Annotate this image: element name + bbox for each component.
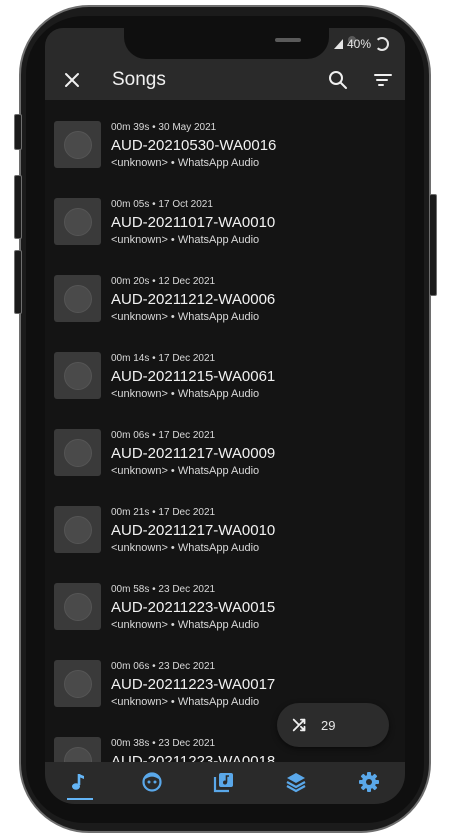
phone-volume-up-button	[14, 175, 22, 239]
disc-icon	[63, 130, 92, 159]
phone-volume-down-button	[14, 250, 22, 314]
status-bar: 40%	[45, 28, 405, 62]
song-subtitle: <unknown> • WhatsApp Audio	[111, 542, 260, 554]
close-button[interactable]	[61, 69, 83, 91]
search-button[interactable]	[326, 68, 350, 92]
page-title: Songs	[112, 69, 166, 90]
disc-icon	[63, 669, 92, 698]
nav-active-indicator	[67, 798, 93, 800]
status-right: 40%	[333, 37, 389, 51]
song-subtitle: <unknown> • WhatsApp Audio	[111, 388, 260, 400]
song-subtitle: <unknown> • WhatsApp Audio	[111, 234, 260, 246]
song-subtitle: <unknown> • WhatsApp Audio	[111, 465, 260, 477]
song-title: AUD-20211217-WA0009	[111, 445, 276, 462]
song-subtitle: <unknown> • WhatsApp Audio	[111, 696, 260, 708]
song-title: AUD-20211223-WA0017	[111, 676, 276, 693]
music-note-icon	[72, 774, 84, 790]
song-meta: 00m 14s • 17 Dec 2021	[111, 353, 216, 364]
song-row[interactable]: 00m 21s • 17 Dec 2021 AUD-20211217-WA0010…	[45, 485, 405, 562]
signal-icon	[333, 39, 343, 49]
app-screen: 40% Songs 00m 39s • 30 May 2021 AUD-20210…	[45, 28, 405, 804]
album-art-thumbnail	[54, 429, 101, 476]
song-row[interactable]: 00m 06s • 17 Dec 2021 AUD-20211217-WA0009…	[45, 408, 405, 485]
song-title: AUD-20211217-WA0010	[111, 522, 276, 539]
album-art-thumbnail	[54, 198, 101, 245]
song-title: AUD-20211215-WA0061	[111, 368, 276, 385]
song-subtitle: <unknown> • WhatsApp Audio	[111, 311, 260, 323]
song-subtitle: <unknown> • WhatsApp Audio	[111, 619, 260, 631]
song-row[interactable]: 00m 58s • 23 Dec 2021 AUD-20211223-WA0015…	[45, 562, 405, 639]
battery-percent: 40%	[346, 37, 371, 51]
disc-icon	[63, 592, 92, 621]
notch	[124, 28, 356, 59]
nav-artists[interactable]	[138, 768, 166, 796]
phone-power-button	[429, 194, 437, 296]
nav-albums[interactable]	[210, 768, 238, 796]
search-icon	[329, 71, 347, 89]
album-art-thumbnail	[54, 352, 101, 399]
song-title: AUD-20210530-WA0016	[111, 137, 277, 154]
disc-icon	[63, 438, 92, 467]
close-icon	[65, 73, 79, 87]
song-meta: 00m 39s • 30 May 2021	[111, 122, 217, 133]
song-meta: 00m 06s • 17 Dec 2021	[111, 430, 216, 441]
nav-songs[interactable]	[66, 768, 94, 796]
disc-icon	[63, 284, 92, 313]
bottom-navigation	[45, 762, 405, 804]
earpiece-speaker	[275, 38, 301, 42]
song-meta: 00m 20s • 12 Dec 2021	[111, 276, 216, 287]
song-row[interactable]: 00m 05s • 17 Oct 2021 AUD-20211017-WA0010…	[45, 177, 405, 254]
song-subtitle: <unknown> • WhatsApp Audio	[111, 157, 260, 169]
phone-side-button	[14, 114, 22, 150]
shuffle-button[interactable]: 29	[277, 703, 389, 747]
battery-icon	[375, 37, 389, 51]
disc-icon	[63, 361, 92, 390]
sort-icon	[374, 74, 392, 86]
layers-icon	[286, 773, 306, 793]
disc-icon	[63, 515, 92, 544]
disc-icon	[63, 207, 92, 236]
nav-settings[interactable]	[355, 768, 383, 796]
album-art-thumbnail	[54, 121, 101, 168]
song-row[interactable]: 00m 39s • 30 May 2021 AUD-20210530-WA0016…	[45, 100, 405, 177]
app-bar: Songs	[45, 62, 405, 100]
song-title: AUD-20211017-WA0010	[111, 214, 276, 231]
song-row[interactable]: 00m 14s • 17 Dec 2021 AUD-20211215-WA0061…	[45, 331, 405, 408]
song-meta: 00m 05s • 17 Oct 2021	[111, 199, 213, 210]
album-art-thumbnail	[54, 660, 101, 707]
sort-button[interactable]	[371, 68, 395, 92]
song-meta: 00m 21s • 17 Dec 2021	[111, 507, 216, 518]
song-meta: 00m 58s • 23 Dec 2021	[111, 584, 216, 595]
album-art-thumbnail	[54, 506, 101, 553]
album-icon	[213, 773, 233, 793]
song-list[interactable]: 00m 39s • 30 May 2021 AUD-20210530-WA0016…	[45, 100, 405, 772]
nav-playlists[interactable]	[282, 768, 310, 796]
album-art-thumbnail	[54, 583, 101, 630]
settings-gear-icon	[359, 772, 379, 792]
song-title: AUD-20211212-WA0006	[111, 291, 276, 308]
artist-face-icon	[142, 772, 162, 792]
song-row[interactable]: 00m 20s • 12 Dec 2021 AUD-20211212-WA0006…	[45, 254, 405, 331]
shuffle-count: 29	[321, 717, 336, 733]
song-meta: 00m 38s • 23 Dec 2021	[111, 738, 216, 749]
album-art-thumbnail	[54, 275, 101, 322]
song-meta: 00m 06s • 23 Dec 2021	[111, 661, 216, 672]
song-title: AUD-20211223-WA0015	[111, 599, 276, 616]
shuffle-icon	[292, 718, 306, 732]
